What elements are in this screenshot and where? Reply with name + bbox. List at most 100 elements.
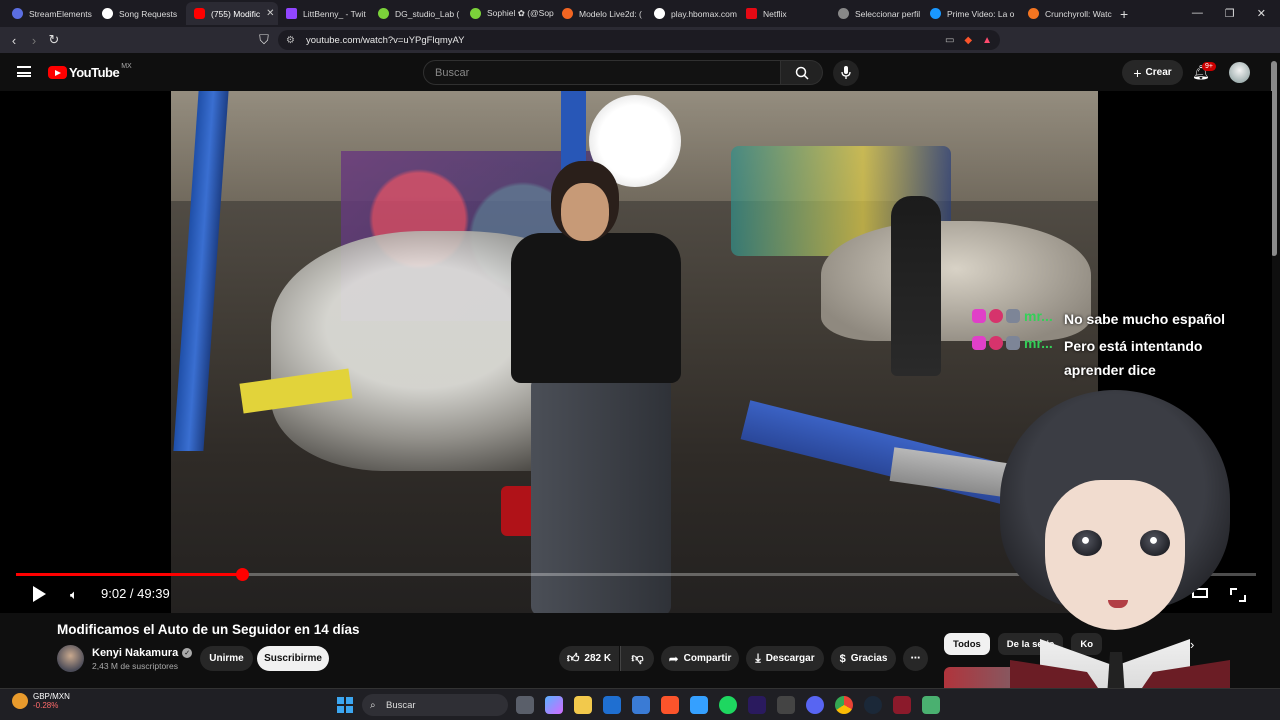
- bookmark-icon[interactable]: ⛉: [254, 32, 274, 48]
- sub-badge-icon: [989, 336, 1003, 350]
- store-icon[interactable]: [632, 696, 650, 714]
- new-tab-plus-icon[interactable]: +: [1112, 6, 1136, 22]
- close-window-icon[interactable]: ✕: [1257, 7, 1266, 20]
- search-icon: ⌕: [370, 699, 376, 711]
- share-button[interactable]: ➦ Compartir: [661, 646, 739, 671]
- chip-todos[interactable]: Todos: [944, 633, 990, 655]
- tab-netflix[interactable]: Netflix: [738, 2, 830, 25]
- streamelements-icon: [12, 8, 23, 19]
- volume-icon[interactable]: 🔈︎: [70, 587, 78, 603]
- copilot-icon[interactable]: [545, 696, 563, 714]
- progress-played: [16, 573, 242, 576]
- progress-scrubber[interactable]: [235, 568, 249, 581]
- tab-favicon-icon: [470, 8, 481, 19]
- chrome-icon[interactable]: [835, 696, 853, 714]
- back-arrow-icon[interactable]: ‹: [4, 33, 24, 48]
- tab-crunchyroll[interactable]: Crunchyroll: Watc: [1020, 2, 1112, 25]
- channel-name-link[interactable]: Kenyi Nakamura ✓: [92, 647, 193, 659]
- spotify-icon[interactable]: [719, 696, 737, 714]
- chat-message: mr... No sabe mucho español: [972, 307, 1262, 331]
- thanks-button[interactable]: $ Gracias: [831, 646, 896, 671]
- stream-chat-overlay: mr... No sabe mucho español mr... Pero e…: [972, 307, 1262, 385]
- chat-message: mr... Pero está intentando aprender dice: [972, 334, 1262, 382]
- notification-badge: 9+: [1202, 62, 1216, 71]
- cast-icon[interactable]: ▭: [945, 35, 954, 46]
- reload-icon[interactable]: ↻: [44, 32, 64, 48]
- currency-widget[interactable]: GBP/MXN -0.28%: [12, 692, 70, 710]
- globe-icon: [654, 8, 665, 19]
- taskbar-search[interactable]: ⌕ Buscar: [362, 694, 508, 716]
- youtube-icon: [194, 8, 205, 19]
- app-icon[interactable]: [690, 696, 708, 714]
- subscribe-button[interactable]: Suscribirme: [257, 646, 329, 671]
- discord-icon[interactable]: [806, 696, 824, 714]
- app-icon[interactable]: [777, 696, 795, 714]
- thanks-dollar-icon: $: [839, 652, 846, 665]
- windows-start-icon[interactable]: [337, 697, 353, 713]
- search-button[interactable]: [781, 60, 823, 85]
- window-controls: — ❐ ✕: [1192, 7, 1280, 20]
- premiere-icon[interactable]: [748, 696, 766, 714]
- app-icon[interactable]: [893, 696, 911, 714]
- steam-icon[interactable]: [864, 696, 882, 714]
- tab-modelo-live2d[interactable]: Modelo Live2d: (: [554, 2, 646, 25]
- netflix-icon: [746, 8, 757, 19]
- app-icon[interactable]: [922, 696, 940, 714]
- subscriber-count: 2,43 M de suscriptores: [92, 661, 178, 671]
- plus-icon: +: [1133, 64, 1142, 81]
- voice-search-button[interactable]: [833, 60, 859, 86]
- tab-hbomax[interactable]: play.hbomax.com: [646, 2, 738, 25]
- tab-prime-video[interactable]: Prime Video: La o: [922, 2, 1020, 25]
- currency-widget-icon: [12, 693, 28, 709]
- heart-badge-icon: [972, 336, 986, 350]
- crunchyroll-icon: [1028, 8, 1039, 19]
- browser-toolbar: ‹ › ↻ ⛉ ⚙ youtube.com/watch?v=uYPgFlqmyA…: [0, 27, 1280, 72]
- tab-favicon-icon: [378, 8, 389, 19]
- brave-shield-icon[interactable]: ◆: [964, 35, 972, 46]
- more-actions-button[interactable]: ⋯: [903, 646, 928, 671]
- youtube-logo[interactable]: YouTube MX: [48, 63, 132, 80]
- download-icon: ⤓: [755, 651, 761, 665]
- like-button[interactable]: 👍︎ 282 K: [559, 646, 619, 671]
- channel-avatar[interactable]: [57, 645, 84, 672]
- site-info-icon[interactable]: ⚙: [286, 35, 295, 46]
- file-explorer-icon[interactable]: [574, 696, 592, 714]
- hamburger-menu-icon[interactable]: [17, 66, 31, 77]
- tab-song-requests[interactable]: Song Requests: [94, 2, 186, 25]
- twitch-icon: [286, 8, 297, 19]
- song-requests-icon: [102, 8, 113, 19]
- minimize-icon[interactable]: —: [1192, 7, 1203, 20]
- more-horizontal-icon: ⋯: [910, 653, 921, 664]
- tab-youtube[interactable]: (755) Modific ✕: [186, 2, 278, 25]
- tab-seleccionar-perfil[interactable]: Seleccionar perfil: [830, 2, 922, 25]
- youtube-header: YouTube MX Buscar + Crear 🔔︎ 9+: [0, 53, 1280, 91]
- download-button[interactable]: ⤓ Descargar: [746, 646, 824, 671]
- dislike-button[interactable]: 👎︎: [620, 646, 654, 671]
- maximize-icon[interactable]: ❐: [1225, 7, 1235, 20]
- search-icon: [795, 66, 809, 80]
- close-tab-icon[interactable]: ✕: [266, 8, 274, 19]
- video-title: Modificamos el Auto de un Seguidor en 14…: [57, 622, 360, 637]
- join-button[interactable]: Unirme: [200, 646, 253, 671]
- brave-icon[interactable]: [661, 696, 679, 714]
- heart-badge-icon: [972, 309, 986, 323]
- tab-sophiel[interactable]: Sophiel ✿ (@Sop: [462, 2, 554, 25]
- tab-dg-studio[interactable]: DG_studio_Lab (: [370, 2, 462, 25]
- tab-twitch[interactable]: LittBenny_ - Twit: [278, 2, 370, 25]
- address-bar[interactable]: ⚙ youtube.com/watch?v=uYPgFlqmyAY ▭ ◆ ▲: [278, 30, 1000, 50]
- create-button[interactable]: + Crear: [1122, 60, 1183, 85]
- task-view-icon[interactable]: [516, 696, 534, 714]
- brave-rewards-icon[interactable]: ▲: [982, 35, 992, 46]
- sub-badge-icon: [989, 309, 1003, 323]
- thumbs-down-icon: 👎︎: [631, 651, 644, 665]
- forward-arrow-icon[interactable]: ›: [24, 33, 44, 48]
- tab-favicon-icon: [562, 8, 573, 19]
- account-avatar[interactable]: [1229, 62, 1250, 83]
- search-input[interactable]: Buscar: [423, 60, 781, 85]
- outlook-icon[interactable]: [603, 696, 621, 714]
- user-badge-icon: [1006, 336, 1020, 350]
- video-frame: [171, 91, 1098, 613]
- video-host: [511, 161, 711, 613]
- play-button[interactable]: [33, 586, 46, 602]
- tab-streamelements[interactable]: StreamElements: [4, 2, 94, 25]
